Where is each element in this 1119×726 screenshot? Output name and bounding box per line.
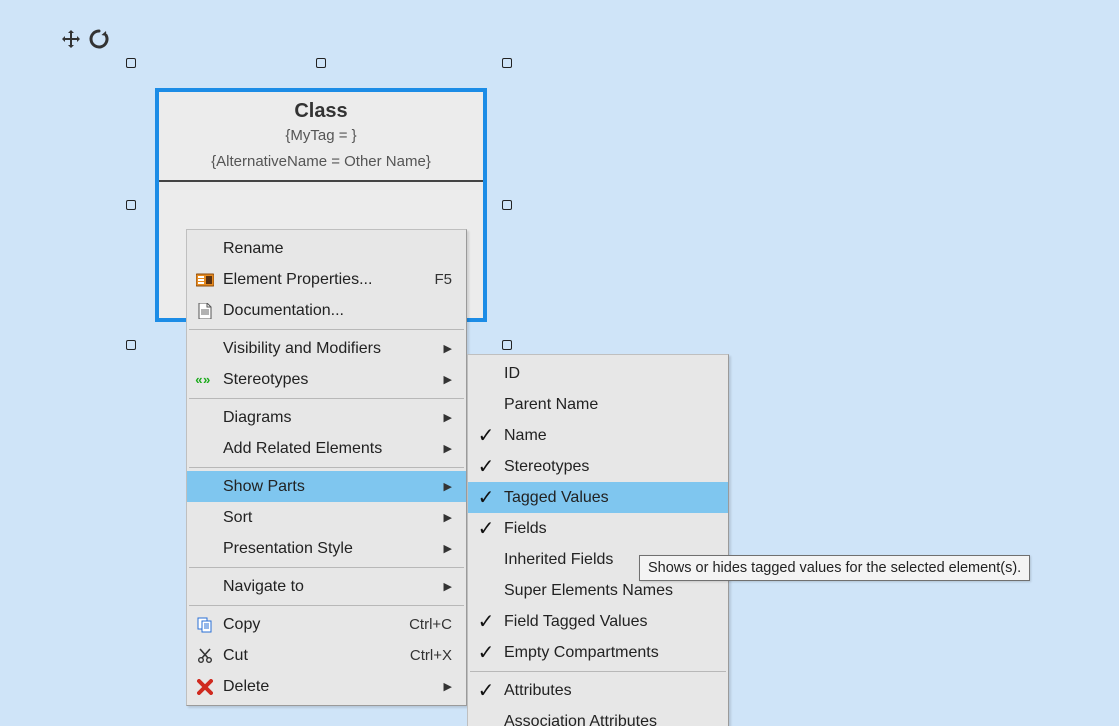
submenu-fields-label: Fields (504, 520, 714, 538)
menu-visibility[interactable]: Visibility and Modifiers ▶ (187, 333, 466, 364)
submenu-super-names-label: Super Elements Names (504, 582, 714, 600)
menu-presentation[interactable]: Presentation Style ▶ (187, 533, 466, 564)
delete-icon (187, 679, 223, 695)
submenu-attributes-label: Attributes (504, 682, 714, 700)
menu-diagrams[interactable]: Diagrams ▶ (187, 402, 466, 433)
selection-handle-sw[interactable] (126, 340, 136, 350)
submenu-arrow-icon: ▶ (444, 480, 452, 493)
menu-delete[interactable]: Delete ▶ (187, 671, 466, 702)
submenu-id-label: ID (504, 365, 714, 383)
submenu-arrow-icon: ▶ (444, 373, 452, 386)
submenu-parent-name-label: Parent Name (504, 396, 714, 414)
menu-diagrams-label: Diagrams (223, 409, 438, 427)
submenu-stereotypes-label: Stereotypes (504, 458, 714, 476)
check-icon: ✓ (468, 681, 504, 701)
selection-handle-se[interactable] (502, 340, 512, 350)
show-parts-submenu: ID Parent Name ✓ Name ✓ Stereotypes ✓ Ta… (467, 354, 729, 726)
selection-handle-nw[interactable] (126, 58, 136, 68)
submenu-arrow-icon: ▶ (444, 542, 452, 555)
floating-toolbar (60, 28, 110, 50)
menu-element-properties[interactable]: Element Properties... F5 (187, 264, 466, 295)
submenu-name-label: Name (504, 427, 714, 445)
selection-handle-e[interactable] (502, 200, 512, 210)
stereotypes-icon: «» (187, 374, 223, 386)
selection-handle-n[interactable] (316, 58, 326, 68)
menu-cut[interactable]: Cut Ctrl+X (187, 640, 466, 671)
menu-cut-label: Cut (223, 647, 410, 665)
menu-navigate[interactable]: Navigate to ▶ (187, 571, 466, 602)
menu-navigate-label: Navigate to (223, 578, 438, 596)
refresh-icon[interactable] (88, 28, 110, 50)
copy-icon (187, 617, 223, 633)
submenu-arrow-icon: ▶ (444, 511, 452, 524)
menu-documentation[interactable]: Documentation... (187, 295, 466, 326)
submenu-fields[interactable]: ✓ Fields (468, 513, 728, 544)
submenu-attributes[interactable]: ✓ Attributes (468, 675, 728, 706)
submenu-arrow-icon: ▶ (444, 411, 452, 424)
menu-documentation-label: Documentation... (223, 302, 452, 320)
menu-rename[interactable]: Rename (187, 233, 466, 264)
class-tag-altname: {AlternativeName = Other Name} (167, 149, 475, 175)
menu-separator (189, 329, 464, 330)
submenu-stereotypes[interactable]: ✓ Stereotypes (468, 451, 728, 482)
menu-separator (189, 567, 464, 568)
svg-text:«»: «» (195, 374, 211, 386)
check-icon: ✓ (468, 643, 504, 663)
submenu-assoc-attributes[interactable]: Association Attributes (468, 706, 728, 726)
check-icon: ✓ (468, 457, 504, 477)
class-title: Class (167, 100, 475, 123)
selection-handle-w[interactable] (126, 200, 136, 210)
move-icon[interactable] (60, 28, 82, 50)
check-icon: ✓ (468, 612, 504, 632)
submenu-name[interactable]: ✓ Name (468, 420, 728, 451)
menu-separator (189, 398, 464, 399)
cut-icon (187, 648, 223, 664)
submenu-arrow-icon: ▶ (444, 680, 452, 693)
menu-rename-label: Rename (223, 240, 452, 258)
menu-copy[interactable]: Copy Ctrl+C (187, 609, 466, 640)
context-menu: Rename Element Properties... F5 Docu (186, 229, 467, 706)
document-icon (187, 303, 223, 319)
menu-copy-label: Copy (223, 616, 409, 634)
menu-element-properties-shortcut: F5 (434, 271, 452, 288)
menu-add-related-label: Add Related Elements (223, 440, 438, 458)
class-tag-mytag: {MyTag = } (167, 123, 475, 149)
submenu-field-tagged[interactable]: ✓ Field Tagged Values (468, 606, 728, 637)
properties-icon (187, 273, 223, 287)
class-header: Class {MyTag = } {AlternativeName = Othe… (159, 92, 483, 182)
menu-add-related[interactable]: Add Related Elements ▶ (187, 433, 466, 464)
submenu-arrow-icon: ▶ (444, 342, 452, 355)
check-icon: ✓ (468, 488, 504, 508)
menu-sort-label: Sort (223, 509, 438, 527)
check-icon: ✓ (468, 426, 504, 446)
menu-separator (189, 605, 464, 606)
submenu-tagged-values[interactable]: ✓ Tagged Values (468, 482, 728, 513)
submenu-field-tagged-label: Field Tagged Values (504, 613, 714, 631)
menu-delete-label: Delete (223, 678, 438, 696)
menu-stereotypes[interactable]: «» Stereotypes ▶ (187, 364, 466, 395)
menu-stereotypes-label: Stereotypes (223, 371, 438, 389)
submenu-empty-compartments-label: Empty Compartments (504, 644, 714, 662)
submenu-assoc-attributes-label: Association Attributes (504, 713, 714, 726)
submenu-parent-name[interactable]: Parent Name (468, 389, 728, 420)
menu-sort[interactable]: Sort ▶ (187, 502, 466, 533)
menu-separator (470, 671, 726, 672)
menu-visibility-label: Visibility and Modifiers (223, 340, 438, 358)
submenu-empty-compartments[interactable]: ✓ Empty Compartments (468, 637, 728, 668)
check-icon: ✓ (468, 519, 504, 539)
menu-show-parts[interactable]: Show Parts ▶ (187, 471, 466, 502)
menu-presentation-label: Presentation Style (223, 540, 438, 558)
menu-element-properties-label: Element Properties... (223, 271, 434, 289)
tooltip: Shows or hides tagged values for the sel… (639, 555, 1030, 581)
menu-separator (189, 467, 464, 468)
submenu-arrow-icon: ▶ (444, 442, 452, 455)
selection-handle-ne[interactable] (502, 58, 512, 68)
menu-copy-shortcut: Ctrl+C (409, 616, 452, 633)
submenu-id[interactable]: ID (468, 358, 728, 389)
submenu-arrow-icon: ▶ (444, 580, 452, 593)
menu-cut-shortcut: Ctrl+X (410, 647, 452, 664)
submenu-tagged-values-label: Tagged Values (504, 489, 714, 507)
menu-show-parts-label: Show Parts (223, 478, 438, 496)
